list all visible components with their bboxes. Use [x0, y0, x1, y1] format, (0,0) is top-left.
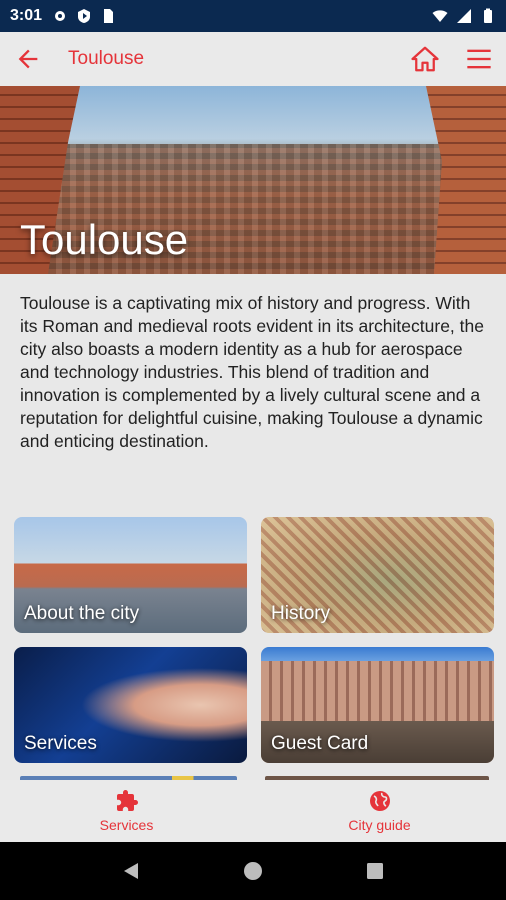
- tile-label: Guest Card: [271, 733, 369, 754]
- tile-label: About the city: [24, 603, 140, 624]
- nav-item-city-guide[interactable]: City guide: [253, 780, 506, 842]
- home-icon: [411, 46, 439, 72]
- system-home-icon[interactable]: [242, 860, 264, 882]
- tile-label: Services: [24, 733, 97, 754]
- tile-history[interactable]: History: [261, 517, 494, 633]
- status-time: 3:01: [10, 7, 43, 24]
- hero-image: Toulouse: [0, 86, 506, 274]
- nav-label-city-guide: City guide: [348, 817, 411, 833]
- menu-button[interactable]: [452, 32, 506, 86]
- tile-guest-card[interactable]: Guest Card: [261, 647, 494, 763]
- back-button[interactable]: [0, 32, 56, 86]
- nav-label-services: Services: [99, 817, 154, 833]
- city-description: Toulouse is a captivating mix of history…: [20, 293, 484, 451]
- system-navigation-bar: [0, 842, 506, 900]
- arrow-left-icon: [18, 49, 38, 69]
- puzzle-icon: [116, 790, 138, 811]
- bottom-navigation: Services City guide: [0, 780, 506, 842]
- signal-icon: [457, 9, 471, 23]
- battery-icon: [484, 8, 492, 23]
- nav-item-services[interactable]: Services: [0, 780, 253, 842]
- system-recents-icon[interactable]: [364, 860, 386, 882]
- tile-label: History: [271, 603, 331, 624]
- tile-about-the-city[interactable]: About the city: [14, 517, 247, 633]
- hero-title: Toulouse: [20, 216, 189, 263]
- wifi-icon: [432, 10, 448, 22]
- tile-services[interactable]: Services: [14, 647, 247, 763]
- app-bar: Toulouse: [0, 32, 506, 86]
- globe-icon: [369, 791, 390, 811]
- home-button[interactable]: [398, 32, 452, 86]
- system-back-icon[interactable]: [120, 860, 142, 882]
- settings-icon: [55, 11, 66, 21]
- app-bar-title: Toulouse: [68, 48, 145, 69]
- hamburger-menu-icon: [467, 49, 491, 69]
- sim-card-icon: [104, 9, 114, 23]
- shield-play-icon: [78, 9, 91, 23]
- status-bar: 3:01: [0, 0, 506, 32]
